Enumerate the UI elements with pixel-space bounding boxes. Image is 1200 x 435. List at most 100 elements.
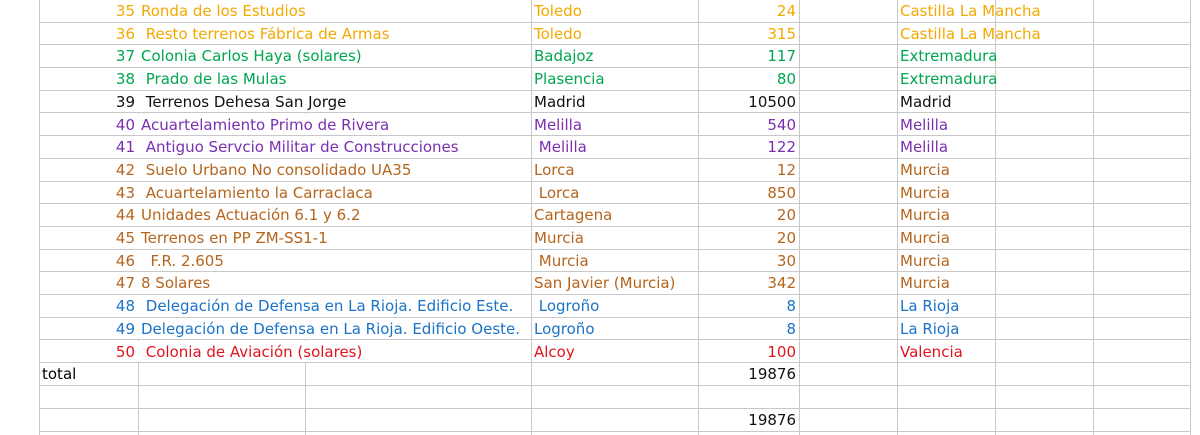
property-name-cell[interactable]: Terrenos Dehesa San Jorge bbox=[138, 90, 531, 114]
empty-cell[interactable] bbox=[995, 295, 1093, 318]
city-cell[interactable]: Alcoy bbox=[531, 341, 698, 364]
region-cell[interactable]: Murcia bbox=[897, 204, 995, 227]
empty-cell[interactable] bbox=[799, 363, 897, 386]
city-cell[interactable]: San Javier (Murcia) bbox=[531, 272, 698, 296]
empty-cell[interactable] bbox=[799, 204, 897, 227]
city-cell[interactable]: Toledo bbox=[531, 23, 698, 46]
empty-cell[interactable] bbox=[799, 272, 897, 296]
quantity-cell[interactable]: 24 bbox=[698, 0, 799, 23]
empty-cell[interactable] bbox=[995, 204, 1093, 227]
quantity-cell[interactable]: 117 bbox=[698, 45, 799, 69]
empty-cell[interactable] bbox=[799, 45, 897, 69]
region-cell[interactable]: La Rioja bbox=[897, 318, 995, 341]
empty-cell[interactable] bbox=[1093, 272, 1190, 296]
property-name-cell[interactable]: Colonia de Aviación (solares) bbox=[138, 340, 531, 364]
empty-cell[interactable] bbox=[1093, 227, 1190, 250]
empty-cell[interactable] bbox=[799, 409, 1190, 432]
city-cell[interactable]: Lorca bbox=[531, 159, 698, 182]
empty-cell[interactable] bbox=[799, 0, 897, 23]
quantity-cell[interactable]: 315 bbox=[698, 23, 799, 46]
empty-cell[interactable] bbox=[799, 341, 897, 364]
empty-cell[interactable] bbox=[995, 68, 1093, 91]
empty-cell[interactable] bbox=[799, 159, 897, 182]
region-cell[interactable]: Melilla bbox=[897, 114, 995, 137]
city-cell[interactable]: Logroño bbox=[531, 318, 698, 341]
quantity-cell[interactable]: 342 bbox=[698, 272, 799, 296]
quantity-cell[interactable]: 122 bbox=[698, 136, 799, 159]
row-number-cell[interactable]: 37 bbox=[39, 45, 138, 69]
quantity-cell[interactable]: 8 bbox=[698, 318, 799, 341]
empty-cell[interactable] bbox=[799, 136, 897, 159]
property-name-cell[interactable]: Acuartelamiento Primo de Rivera bbox=[138, 113, 531, 137]
property-name-cell[interactable]: Prado de las Mulas bbox=[138, 68, 531, 91]
quantity-cell[interactable]: 100 bbox=[698, 341, 799, 364]
city-cell[interactable]: Toledo bbox=[531, 0, 698, 23]
property-name-cell[interactable]: Unidades Actuación 6.1 y 6.2 bbox=[138, 204, 531, 227]
empty-cell[interactable] bbox=[1093, 68, 1190, 91]
region-cell[interactable]: Murcia bbox=[897, 159, 995, 182]
empty-cell[interactable] bbox=[799, 114, 897, 137]
empty-cell[interactable] bbox=[138, 363, 305, 386]
empty-cell[interactable] bbox=[39, 409, 698, 432]
empty-cell[interactable] bbox=[995, 363, 1093, 386]
empty-cell[interactable] bbox=[1093, 182, 1190, 205]
city-cell[interactable]: Cartagena bbox=[531, 204, 698, 227]
total-value-cell[interactable]: 19876 bbox=[698, 363, 799, 386]
empty-cell[interactable] bbox=[995, 23, 1093, 46]
property-name-cell[interactable]: Acuartelamiento la Carraclaca bbox=[138, 181, 531, 205]
empty-cell[interactable] bbox=[995, 318, 1093, 341]
empty-cell[interactable] bbox=[39, 386, 1190, 409]
row-number-cell[interactable]: 40 bbox=[39, 114, 138, 137]
empty-cell[interactable] bbox=[799, 68, 897, 91]
row-number-cell[interactable]: 36 bbox=[39, 23, 138, 46]
sum-value-cell[interactable]: 19876 bbox=[698, 409, 799, 432]
empty-cell[interactable] bbox=[799, 318, 897, 341]
row-number-cell[interactable]: 46 bbox=[39, 250, 138, 273]
quantity-cell[interactable]: 8 bbox=[698, 295, 799, 318]
empty-cell[interactable] bbox=[799, 182, 897, 205]
empty-cell[interactable] bbox=[1093, 23, 1190, 46]
property-name-cell[interactable]: F.R. 2.605 bbox=[138, 249, 531, 273]
property-name-cell[interactable]: Ronda de los Estudios bbox=[138, 0, 531, 23]
row-number-cell[interactable]: 43 bbox=[39, 182, 138, 205]
empty-cell[interactable] bbox=[995, 250, 1093, 273]
quantity-cell[interactable]: 540 bbox=[698, 114, 799, 137]
row-number-cell[interactable]: 39 bbox=[39, 91, 138, 114]
empty-cell[interactable] bbox=[1093, 295, 1190, 318]
region-cell[interactable]: Extremadura bbox=[897, 68, 998, 91]
empty-cell[interactable] bbox=[1093, 318, 1190, 341]
row-number-cell[interactable]: 47 bbox=[39, 272, 138, 296]
empty-cell[interactable] bbox=[1093, 250, 1190, 273]
empty-cell[interactable] bbox=[1093, 0, 1190, 23]
region-cell[interactable]: Melilla bbox=[897, 136, 995, 159]
property-name-cell[interactable]: Suelo Urbano No consolidado UA35 bbox=[138, 158, 531, 182]
region-cell[interactable]: Castilla La Mancha bbox=[897, 23, 1041, 46]
empty-cell[interactable] bbox=[1093, 114, 1190, 137]
empty-cell[interactable] bbox=[1093, 45, 1190, 69]
row-number-cell[interactable]: 50 bbox=[39, 341, 138, 364]
city-cell[interactable]: Plasencia bbox=[531, 68, 698, 91]
empty-cell[interactable] bbox=[995, 182, 1093, 205]
empty-cell[interactable] bbox=[1093, 363, 1190, 386]
empty-cell[interactable] bbox=[1093, 204, 1190, 227]
quantity-cell[interactable]: 80 bbox=[698, 68, 799, 91]
row-number-cell[interactable]: 44 bbox=[39, 204, 138, 227]
city-cell[interactable]: Badajoz bbox=[531, 45, 698, 69]
empty-cell[interactable] bbox=[995, 91, 1093, 114]
property-name-cell[interactable]: Resto terrenos Fábrica de Armas bbox=[138, 22, 531, 46]
total-label-cell[interactable]: total bbox=[39, 363, 138, 386]
property-name-cell[interactable]: Colonia Carlos Haya (solares) bbox=[138, 45, 531, 69]
row-number-cell[interactable]: 35 bbox=[39, 0, 138, 23]
city-cell[interactable]: Murcia bbox=[531, 250, 698, 273]
property-name-cell[interactable]: Delegación de Defensa en La Rioja. Edifi… bbox=[138, 317, 531, 341]
region-cell[interactable]: Murcia bbox=[897, 250, 995, 273]
row-number-cell[interactable]: 48 bbox=[39, 295, 138, 318]
empty-cell[interactable] bbox=[531, 363, 698, 386]
region-cell[interactable]: Madrid bbox=[897, 91, 995, 114]
quantity-cell[interactable]: 20 bbox=[698, 227, 799, 250]
empty-cell[interactable] bbox=[995, 0, 1093, 23]
region-cell[interactable]: Murcia bbox=[897, 182, 995, 205]
empty-cell[interactable] bbox=[995, 45, 1093, 69]
row-number-cell[interactable]: 41 bbox=[39, 136, 138, 159]
region-cell[interactable]: Murcia bbox=[897, 272, 995, 296]
